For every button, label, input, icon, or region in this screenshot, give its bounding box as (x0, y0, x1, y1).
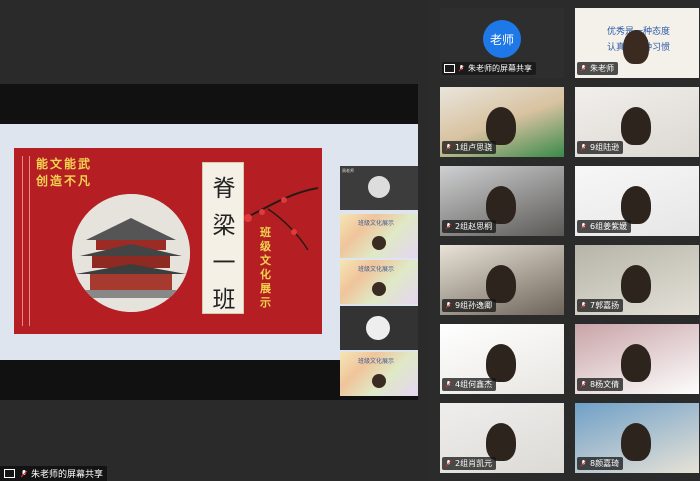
filmstrip-tile-text: 班级文化展示 (358, 220, 395, 227)
participant-face (486, 107, 516, 145)
share-owner-label: 朱老师的屏幕共享 (31, 470, 104, 480)
mic-icon (580, 65, 587, 72)
participant-name: 6组姜紫媛 (590, 222, 628, 231)
slide-subtitle: 班级文化展示 (260, 226, 271, 309)
participant-face (372, 236, 386, 250)
mic-icon (20, 469, 28, 477)
filmstrip-label: 周老师 (342, 168, 354, 173)
poem-line-1: 能文能武 (36, 157, 93, 171)
avatar (366, 316, 390, 340)
mic-icon (580, 302, 587, 309)
filmstrip-tile-3[interactable] (340, 306, 418, 350)
screen-share-view[interactable]: 能文能武 创造不凡 脊梁一班 班级文化展示 周老师 班级文化展示 班级文化展示 … (0, 84, 418, 400)
participant-face (486, 186, 516, 224)
participant-tile[interactable]: 8杨文倩 (575, 324, 699, 394)
participant-tile[interactable]: 8颜嘉琦 (575, 403, 699, 473)
participant-tile[interactable]: 2组赵思桐 (440, 166, 564, 236)
participant-face (621, 423, 651, 461)
participant-face (623, 30, 649, 64)
slide-title: 脊梁一班 (212, 176, 236, 313)
mic-icon (580, 223, 587, 230)
participant-name-tag: 8杨文倩 (577, 378, 624, 391)
filmstrip-tile-4[interactable]: 班级文化展示 (340, 352, 418, 396)
filmstrip-tile-2[interactable]: 班级文化展示 (340, 260, 418, 304)
slide-poem: 能文能武 创造不凡 (36, 156, 92, 190)
pagoda-illustration (72, 194, 190, 312)
participant-tile[interactable]: 4组何鑫杰 (440, 324, 564, 394)
mic-icon (458, 65, 465, 72)
participant-face (621, 107, 651, 145)
participant-name-tag: 4组何鑫杰 (442, 378, 497, 391)
participant-face (621, 344, 651, 382)
share-status-bar: 朱老师的屏幕共享 (0, 466, 108, 481)
participant-tile[interactable]: 7郭嘉扬 (575, 245, 699, 315)
poem-line-2: 创造不凡 (36, 174, 93, 188)
participant-name: 2组肖凯元 (455, 459, 493, 468)
participant-tile[interactable]: 老师朱老师的屏幕共享 (440, 8, 564, 78)
participant-name: 朱老师 (590, 64, 614, 73)
mic-icon (445, 302, 452, 309)
participant-tile[interactable]: 2组肖凯元 (440, 403, 564, 473)
participant-face (372, 282, 386, 296)
participant-name-tag: 朱老师 (577, 62, 618, 75)
participant-tile[interactable]: 9组陆逊 (575, 87, 699, 157)
participant-name: 4组何鑫杰 (455, 380, 493, 389)
participant-name-tag: 6组姜紫媛 (577, 220, 632, 233)
slide-decoration (22, 156, 30, 326)
participant-name: 2组赵思桐 (455, 222, 493, 231)
participant-name-tag: 朱老师的屏幕共享 (442, 62, 536, 75)
participant-tile[interactable]: 1组卢思骁 (440, 87, 564, 157)
participant-tile[interactable]: 优秀是一种态度认真是一种习惯朱老师 (575, 8, 699, 78)
pagoda-image (72, 194, 190, 312)
mic-icon (580, 381, 587, 388)
presentation-slide: 能文能武 创造不凡 脊梁一班 班级文化展示 (14, 148, 322, 334)
filmstrip-tile-text: 班级文化展示 (358, 358, 395, 365)
participant-name: 9组陆逊 (590, 143, 620, 152)
participant-name-tag: 1组卢思骁 (442, 141, 497, 154)
participant-name-tag: 9组孙逸卿 (442, 299, 497, 312)
participant-name-tag: 2组肖凯元 (442, 457, 497, 470)
mic-icon (445, 144, 452, 151)
participant-name-tag: 9组陆逊 (577, 141, 624, 154)
participant-name: 1组卢思骁 (455, 143, 493, 152)
slide-title-box: 脊梁一班 (202, 162, 244, 314)
screen-share-icon (444, 64, 455, 73)
share-name-tag: 朱老师的屏幕共享 (0, 466, 108, 481)
mic-icon (580, 144, 587, 151)
filmstrip-tile-1[interactable]: 班级文化展示 (340, 214, 418, 258)
participant-name: 9组孙逸卿 (455, 301, 493, 310)
participant-face (486, 344, 516, 382)
participant-name-tag: 7郭嘉扬 (577, 299, 624, 312)
mic-icon (445, 381, 452, 388)
mic-icon (580, 460, 587, 467)
participant-face (621, 186, 651, 224)
main-stage: 能文能武 创造不凡 脊梁一班 班级文化展示 周老师 班级文化展示 班级文化展示 … (0, 0, 428, 481)
avatar (368, 176, 390, 198)
participant-name: 朱老师的屏幕共享 (468, 64, 532, 73)
participant-face (372, 374, 386, 388)
participant-tile[interactable]: 6组姜紫媛 (575, 166, 699, 236)
avatar: 老师 (483, 20, 521, 58)
filmstrip-tile-teacher[interactable]: 周老师 (340, 166, 418, 210)
participant-face (486, 423, 516, 461)
participant-name: 7郭嘉扬 (590, 301, 620, 310)
participant-tile[interactable]: 9组孙逸卿 (440, 245, 564, 315)
participant-name-tag: 2组赵思桐 (442, 220, 497, 233)
participant-name-tag: 8颜嘉琦 (577, 457, 624, 470)
participant-face (486, 265, 516, 303)
participant-name: 8杨文倩 (590, 380, 620, 389)
participant-name: 8颜嘉琦 (590, 459, 620, 468)
mic-icon (445, 460, 452, 467)
shared-desktop: 能文能武 创造不凡 脊梁一班 班级文化展示 周老师 班级文化展示 班级文化展示 … (0, 124, 418, 396)
mic-icon (445, 223, 452, 230)
participant-face (621, 265, 651, 303)
screen-share-icon (4, 469, 15, 478)
filmstrip-tile-text: 班级文化展示 (358, 266, 395, 273)
